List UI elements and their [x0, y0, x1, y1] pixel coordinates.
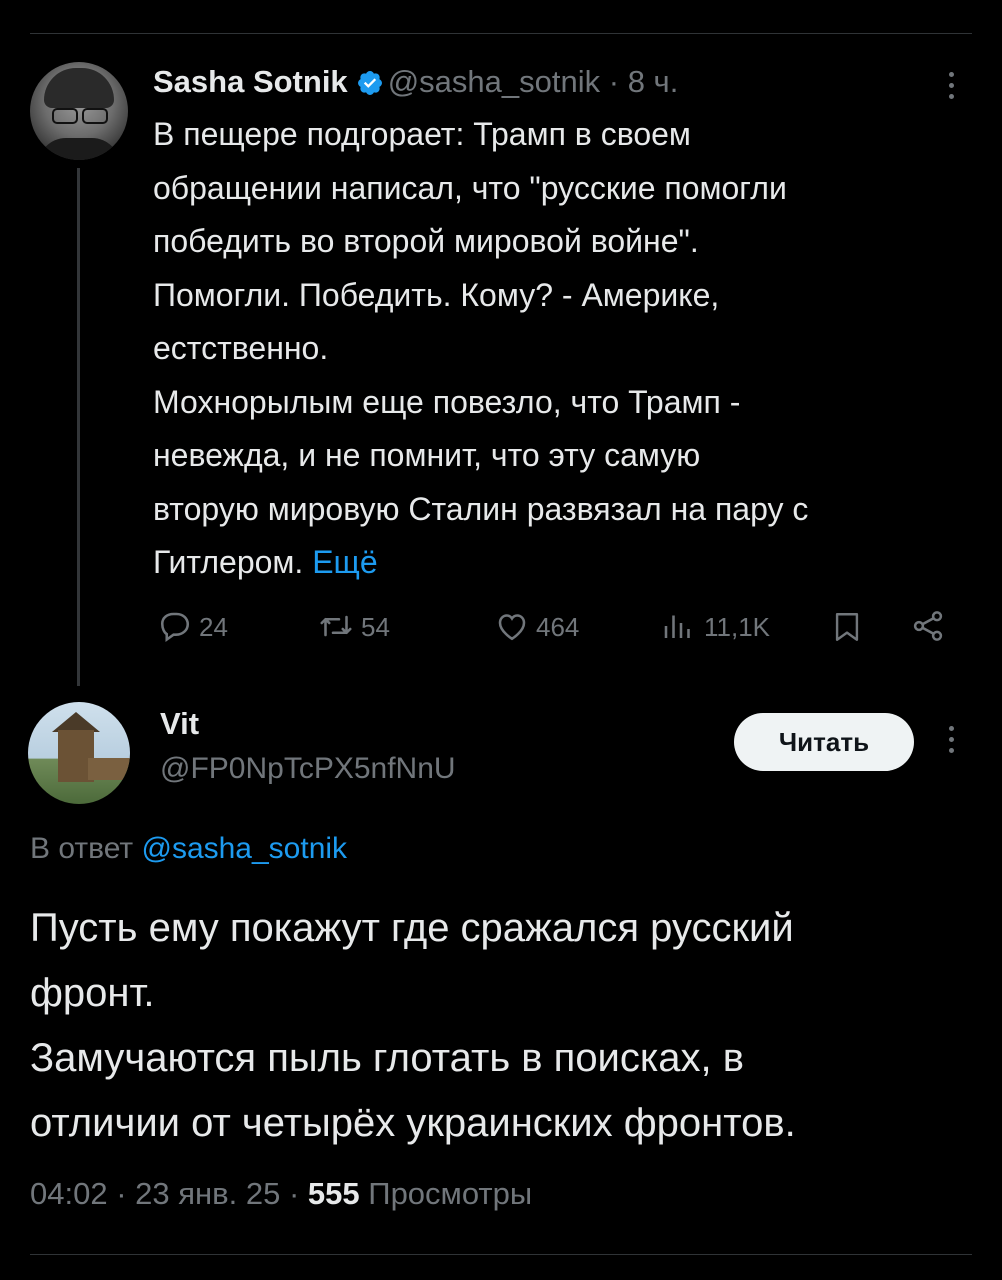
- bottom-divider: [30, 1254, 972, 1255]
- thread-line: [77, 168, 80, 686]
- verified-badge-icon: [357, 71, 382, 95]
- tweet-header: Sasha Sotnik @sasha_sotnik · 8 ч.: [153, 64, 678, 100]
- text-line: невежда, и не помнит, что эту самую: [153, 437, 701, 473]
- share-icon: [913, 611, 943, 641]
- text-line: Помогли. Победить. Кому? - Америке,: [153, 276, 720, 313]
- show-more-link[interactable]: Ещё: [312, 544, 377, 580]
- text-line: В пещере подгорает: Трамп в своем: [153, 116, 691, 152]
- retweet-icon: [320, 615, 352, 637]
- text-line-last: Гитлером.: [153, 544, 304, 580]
- reply-count: 24: [199, 612, 228, 642]
- separator: ·: [288, 1176, 300, 1211]
- views-count: 11,1K: [704, 612, 771, 642]
- views-count: 555: [307, 1176, 360, 1211]
- text-line: победить во второй мировой войне".: [153, 223, 699, 259]
- bookmark-icon: [835, 613, 859, 641]
- reply-prefix: В ответ: [30, 832, 134, 865]
- tweet-text: В пещере подгорает: Трамп в своем обраще…: [153, 108, 973, 590]
- text-line: обращении написал, что "русские помогли: [153, 169, 787, 206]
- separator: ·: [116, 1176, 127, 1211]
- text-line: фронт.: [30, 971, 155, 1015]
- views-label: Просмотры: [368, 1176, 533, 1211]
- follow-button[interactable]: Читать: [734, 713, 914, 771]
- text-line: отличии от четырёх украинских фронтов.: [30, 1101, 796, 1145]
- tweet-text: Пусть ему покажут где сражался русский ф…: [30, 896, 975, 1156]
- timestamp[interactable]: 8 ч.: [628, 64, 679, 99]
- author-name[interactable]: Sasha Sotnik: [153, 64, 348, 99]
- text-line: естственно.: [153, 330, 329, 366]
- more-options-icon[interactable]: [946, 722, 956, 756]
- tweet-meta: 04:02 · 23 янв. 25 · 555 Просмотры: [30, 1176, 532, 1212]
- post-date[interactable]: 23 янв. 25: [135, 1176, 280, 1211]
- separator: ·: [608, 64, 620, 99]
- avatar[interactable]: [30, 62, 128, 160]
- retweet-count: 54: [361, 612, 390, 642]
- reply-context: В ответ @sasha_sotnik: [30, 832, 347, 866]
- top-divider: [30, 33, 972, 34]
- like-icon: [498, 614, 526, 641]
- text-line: вторую мировую Сталин развязал на пару с: [153, 490, 809, 527]
- author-handle[interactable]: @FP0NpTcPX5nfNnU: [160, 752, 456, 786]
- avatar[interactable]: [28, 702, 130, 804]
- views-icon: [664, 615, 690, 638]
- author-handle[interactable]: @sasha_sotnik: [388, 64, 600, 99]
- reply-handle-link[interactable]: @sasha_sotnik: [141, 832, 347, 865]
- post-time[interactable]: 04:02: [30, 1176, 108, 1211]
- text-line: Гитлером. Ещё: [153, 536, 973, 590]
- text-line: Пусть ему покажут где сражался русский: [30, 906, 794, 950]
- more-options-icon[interactable]: [946, 68, 956, 102]
- author-name[interactable]: Vit: [160, 706, 199, 742]
- text-line: Замучаются пыль глотать в поисках, в: [30, 1036, 745, 1080]
- like-count: 464: [536, 612, 580, 642]
- reply-icon: [160, 612, 190, 642]
- text-line: Мохнорылым еще повезло, что Трамп -: [153, 383, 741, 420]
